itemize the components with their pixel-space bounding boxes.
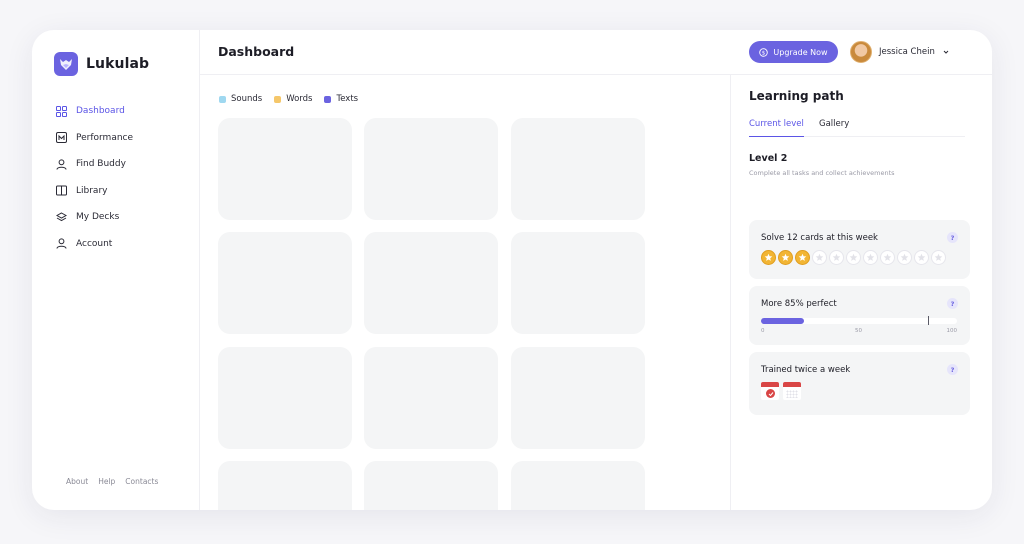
star-empty-icon bbox=[897, 250, 912, 265]
legend: Sounds Words Texts bbox=[219, 94, 358, 104]
chart-icon bbox=[56, 132, 67, 144]
tab-current-level[interactable]: Current level bbox=[749, 119, 804, 137]
deck-card[interactable] bbox=[364, 347, 498, 449]
deck-card[interactable] bbox=[218, 118, 352, 220]
star-empty-icon bbox=[931, 250, 946, 265]
star-filled-icon bbox=[761, 250, 776, 265]
level-title: Level 2 bbox=[749, 153, 788, 164]
deck-card[interactable] bbox=[364, 118, 498, 220]
help-icon[interactable]: ? bbox=[947, 232, 958, 243]
logo[interactable]: Lukulab bbox=[54, 52, 149, 76]
star-empty-icon bbox=[846, 250, 861, 265]
footer-links: About Help Contacts bbox=[66, 477, 158, 486]
card-grid bbox=[218, 118, 646, 510]
tick-label: 50 bbox=[855, 328, 862, 334]
chevron-down-icon bbox=[943, 50, 949, 54]
sidebar-item-account[interactable]: Account bbox=[56, 231, 133, 258]
level-subtitle: Complete all tasks and collect achieveme… bbox=[749, 169, 895, 177]
deck-card[interactable] bbox=[364, 461, 498, 510]
user-name: Jessica Chein bbox=[879, 47, 935, 57]
progress-bar bbox=[761, 316, 957, 325]
deck-card[interactable] bbox=[218, 461, 352, 510]
legend-label: Texts bbox=[336, 94, 359, 104]
sidebar-item-dashboard[interactable]: Dashboard bbox=[56, 98, 133, 125]
app-name: Lukulab bbox=[86, 56, 150, 72]
sidebar-item-label: Library bbox=[76, 185, 108, 196]
calendar-days bbox=[761, 382, 801, 400]
star-filled-icon bbox=[778, 250, 793, 265]
task-card-cards: Solve 12 cards at this week ? bbox=[749, 220, 970, 279]
header: Dashboard $ Upgrade Now Jessica Chein bbox=[200, 30, 992, 75]
help-icon[interactable]: ? bbox=[947, 364, 958, 375]
deck-card[interactable] bbox=[511, 118, 645, 220]
upgrade-label: Upgrade Now bbox=[773, 47, 828, 57]
deck-card[interactable] bbox=[218, 347, 352, 449]
tick-label: 0 bbox=[761, 328, 765, 334]
sidebar-item-label: Find Buddy bbox=[76, 159, 126, 170]
help-link[interactable]: Help bbox=[98, 477, 115, 486]
star-empty-icon bbox=[914, 250, 929, 265]
tab-gallery[interactable]: Gallery bbox=[819, 119, 849, 137]
star-filled-icon bbox=[795, 250, 810, 265]
deck-card[interactable] bbox=[218, 232, 352, 334]
user-menu[interactable]: Jessica Chein bbox=[850, 41, 950, 63]
legend-swatch bbox=[324, 95, 332, 103]
layers-icon bbox=[56, 212, 67, 223]
panel-title: Learning path bbox=[749, 89, 844, 103]
legend-item-sounds[interactable]: Sounds bbox=[219, 94, 262, 104]
deck-card[interactable] bbox=[511, 347, 645, 449]
avatar bbox=[850, 41, 872, 63]
legend-label: Words bbox=[286, 94, 313, 104]
app-window: Lukulab Dashboard Performance Find Buddy bbox=[32, 30, 992, 510]
legend-item-words[interactable]: Words bbox=[274, 94, 312, 104]
legend-label: Sounds bbox=[231, 94, 263, 104]
sidebar-item-find-buddy[interactable]: Find Buddy bbox=[56, 151, 133, 178]
user-icon bbox=[56, 238, 67, 249]
sidebar-item-label: My Decks bbox=[76, 212, 120, 223]
sidebar-item-my-decks[interactable]: My Decks bbox=[56, 204, 133, 231]
legend-item-texts[interactable]: Texts bbox=[324, 94, 358, 104]
star-empty-icon bbox=[863, 250, 878, 265]
progress-fill bbox=[761, 318, 805, 324]
grid-icon bbox=[56, 105, 67, 117]
sidebar-item-performance[interactable]: Performance bbox=[56, 125, 133, 152]
legend-swatch bbox=[274, 95, 282, 103]
deck-card[interactable] bbox=[511, 461, 645, 510]
sidebar-item-label: Account bbox=[76, 238, 113, 249]
star-empty-icon bbox=[829, 250, 844, 265]
learning-path-panel: Learning path Current level Gallery Leve… bbox=[730, 75, 992, 510]
star-rating bbox=[761, 250, 946, 265]
task-title: Solve 12 cards at this week bbox=[761, 233, 878, 243]
progress-ticks: 0 50 100 bbox=[761, 328, 957, 336]
task-card-perfect: More 85% perfect ? 0 50 100 bbox=[749, 286, 970, 345]
deck-card[interactable] bbox=[364, 232, 498, 334]
book-icon bbox=[56, 185, 67, 196]
fox-logo-icon bbox=[54, 52, 78, 76]
coin-icon: $ bbox=[759, 47, 769, 57]
help-icon[interactable]: ? bbox=[947, 298, 958, 309]
sidebar-item-library[interactable]: Library bbox=[56, 178, 133, 205]
deck-card[interactable] bbox=[511, 232, 645, 334]
sidebar: Lukulab Dashboard Performance Find Buddy bbox=[32, 30, 200, 510]
contacts-link[interactable]: Contacts bbox=[125, 477, 158, 486]
about-link[interactable]: About bbox=[66, 477, 88, 486]
calendar-empty-icon bbox=[783, 382, 801, 400]
sidebar-item-label: Dashboard bbox=[76, 106, 125, 117]
star-empty-icon bbox=[812, 250, 827, 265]
upgrade-button[interactable]: $ Upgrade Now bbox=[749, 41, 838, 63]
calendar-done-icon bbox=[761, 382, 779, 400]
user-icon bbox=[56, 159, 67, 170]
tick-label: 100 bbox=[946, 328, 958, 334]
task-card-trained: Trained twice a week ? bbox=[749, 352, 970, 415]
sidebar-item-label: Performance bbox=[76, 132, 134, 143]
star-empty-icon bbox=[880, 250, 895, 265]
svg-text:$: $ bbox=[762, 50, 766, 56]
legend-swatch bbox=[219, 95, 226, 103]
task-title: More 85% perfect bbox=[761, 299, 837, 309]
sidebar-nav: Dashboard Performance Find Buddy Library bbox=[56, 98, 133, 257]
panel-tabs: Current level Gallery bbox=[749, 119, 965, 137]
page-title: Dashboard bbox=[218, 44, 295, 59]
target-marker bbox=[927, 316, 929, 325]
task-title: Trained twice a week bbox=[761, 365, 851, 375]
